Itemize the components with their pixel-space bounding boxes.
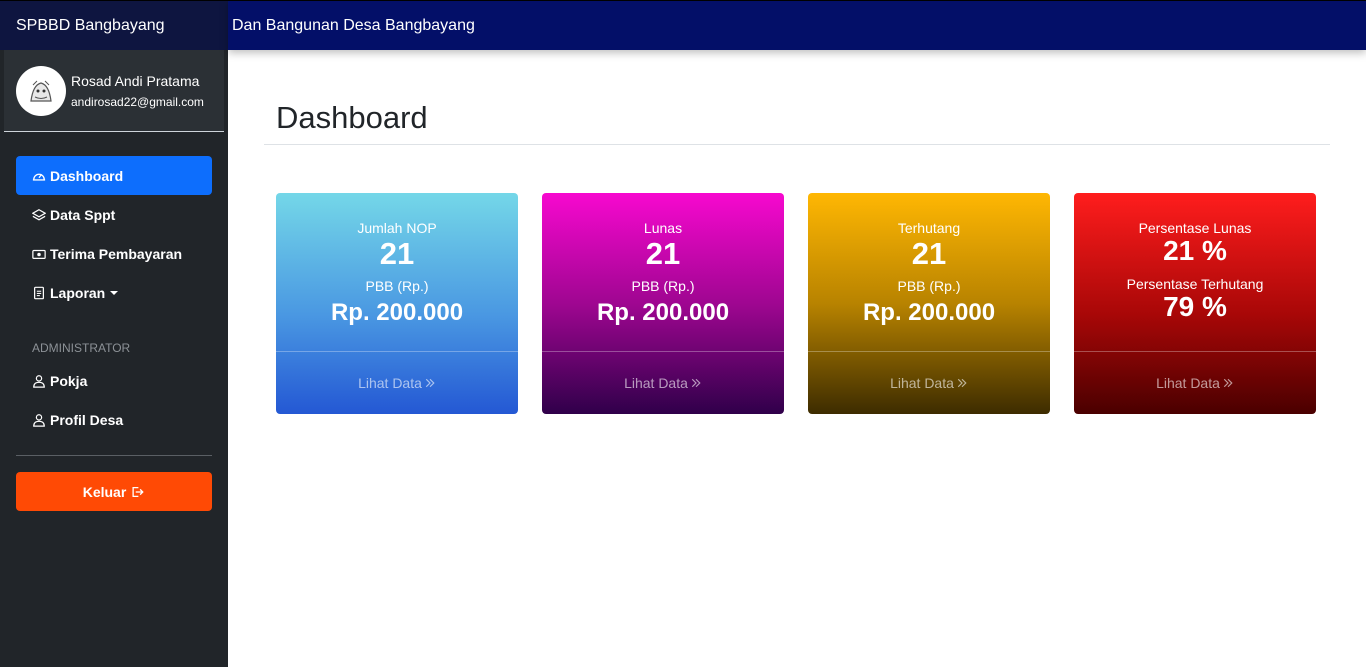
card-value: 21	[379, 236, 415, 271]
sidebar-nav: Dashboard Data Sppt Terima Pembayaran La…	[0, 132, 228, 439]
card-sub-value: Rp. 200.000	[862, 299, 996, 326]
view-data-link[interactable]: Lihat Data	[808, 351, 1050, 414]
sidebar-item-dashboard[interactable]: Dashboard	[16, 156, 212, 195]
card-terhutang: Terhutang 21 PBB (Rp.) Rp. 200.000 Lihat…	[808, 193, 1050, 414]
view-data-link[interactable]: Lihat Data	[1074, 351, 1316, 414]
caret-down-icon	[110, 290, 119, 295]
avatar-illustration-icon	[23, 72, 59, 109]
sidebar-item-label: Profil Desa	[50, 411, 124, 428]
avatar	[16, 65, 66, 116]
user-profile: Rosad Andi Pratama andirosad22@gmail.com	[4, 50, 224, 132]
card-label: Persentase Lunas	[1138, 220, 1252, 236]
view-data-label: Lihat Data	[358, 375, 422, 391]
card-sub-label: PBB (Rp.)	[897, 278, 961, 294]
card-persentase: Persentase Lunas 21 % Persentase Terhuta…	[1074, 193, 1316, 414]
view-data-link[interactable]: Lihat Data	[542, 351, 784, 414]
card-sub-label: PBB (Rp.)	[365, 278, 429, 294]
logout-button[interactable]: Keluar	[16, 472, 212, 511]
layers-icon	[32, 208, 46, 222]
sidebar-item-pokja[interactable]: Pokja	[16, 361, 212, 400]
sidebar-heading-administrator: ADMINISTRATOR	[32, 341, 131, 355]
view-data-label: Lihat Data	[890, 375, 954, 391]
sidebar-item-label: Data Sppt	[50, 206, 116, 223]
sidebar-item-laporan[interactable]: Laporan	[16, 273, 212, 312]
card-sub-value: 79 %	[1163, 291, 1227, 322]
sidebar-item-label: Pokja	[50, 372, 88, 389]
document-icon	[32, 286, 46, 300]
sidebar-item-profil-desa[interactable]: Profil Desa	[16, 400, 212, 439]
speedometer-icon	[32, 169, 46, 183]
chevron-double-right-icon	[690, 377, 702, 389]
user-name: Rosad Andi Pratama	[71, 72, 200, 89]
sidebar-divider	[16, 455, 212, 456]
stat-cards: Jumlah NOP 21 PBB (Rp.) Rp. 200.000 Liha…	[276, 193, 1316, 414]
sidebar-item-data-sppt[interactable]: Data Sppt	[16, 195, 212, 234]
card-label: Jumlah NOP	[357, 220, 437, 236]
card-label: Terhutang	[897, 220, 961, 236]
view-data-link[interactable]: Lihat Data	[276, 351, 518, 414]
card-sub-value: Rp. 200.000	[330, 299, 464, 326]
card-sub-label: Persentase Terhutang	[1126, 276, 1264, 292]
topbar-title: Dan Bangunan Desa Bangbayang	[232, 16, 475, 34]
page-title: Dashboard	[276, 100, 428, 135]
brand-title[interactable]: SPBBD Bangbayang	[0, 0, 228, 50]
card-label: Lunas	[643, 220, 683, 236]
sidebar-item-terima-pembayaran[interactable]: Terima Pembayaran	[16, 234, 212, 273]
main-content: Dashboard Jumlah NOP 21 PBB (Rp.) Rp. 20…	[228, 50, 1366, 667]
card-value: 21	[911, 236, 947, 271]
sidebar-item-label: Laporan	[50, 284, 106, 301]
view-data-label: Lihat Data	[1156, 375, 1220, 391]
card-jumlah-nop: Jumlah NOP 21 PBB (Rp.) Rp. 200.000 Liha…	[276, 193, 518, 414]
chevron-double-right-icon	[424, 377, 436, 389]
person-icon	[32, 374, 46, 388]
chevron-double-right-icon	[956, 377, 968, 389]
sidebar-item-label: Terima Pembayaran	[50, 245, 183, 262]
card-value: 21 %	[1163, 235, 1227, 266]
title-divider	[264, 144, 1330, 145]
person-icon	[32, 413, 46, 427]
user-email: andirosad22@gmail.com	[71, 94, 204, 109]
sidebar: SPBBD Bangbayang Rosad Andi Pratama andi…	[0, 0, 228, 667]
logout-label: Keluar	[82, 483, 127, 500]
card-sub-label: PBB (Rp.)	[631, 278, 695, 294]
card-lunas: Lunas 21 PBB (Rp.) Rp. 200.000 Lihat Dat…	[542, 193, 784, 414]
top-navbar: Dan Bangunan Desa Bangbayang	[228, 0, 1366, 50]
sidebar-item-label: Dashboard	[50, 167, 124, 184]
view-data-label: Lihat Data	[624, 375, 688, 391]
cash-icon	[32, 247, 46, 261]
card-value: 21	[645, 236, 681, 271]
box-arrow-right-icon	[130, 485, 145, 499]
card-sub-value: Rp. 200.000	[596, 299, 730, 326]
chevron-double-right-icon	[1222, 377, 1234, 389]
